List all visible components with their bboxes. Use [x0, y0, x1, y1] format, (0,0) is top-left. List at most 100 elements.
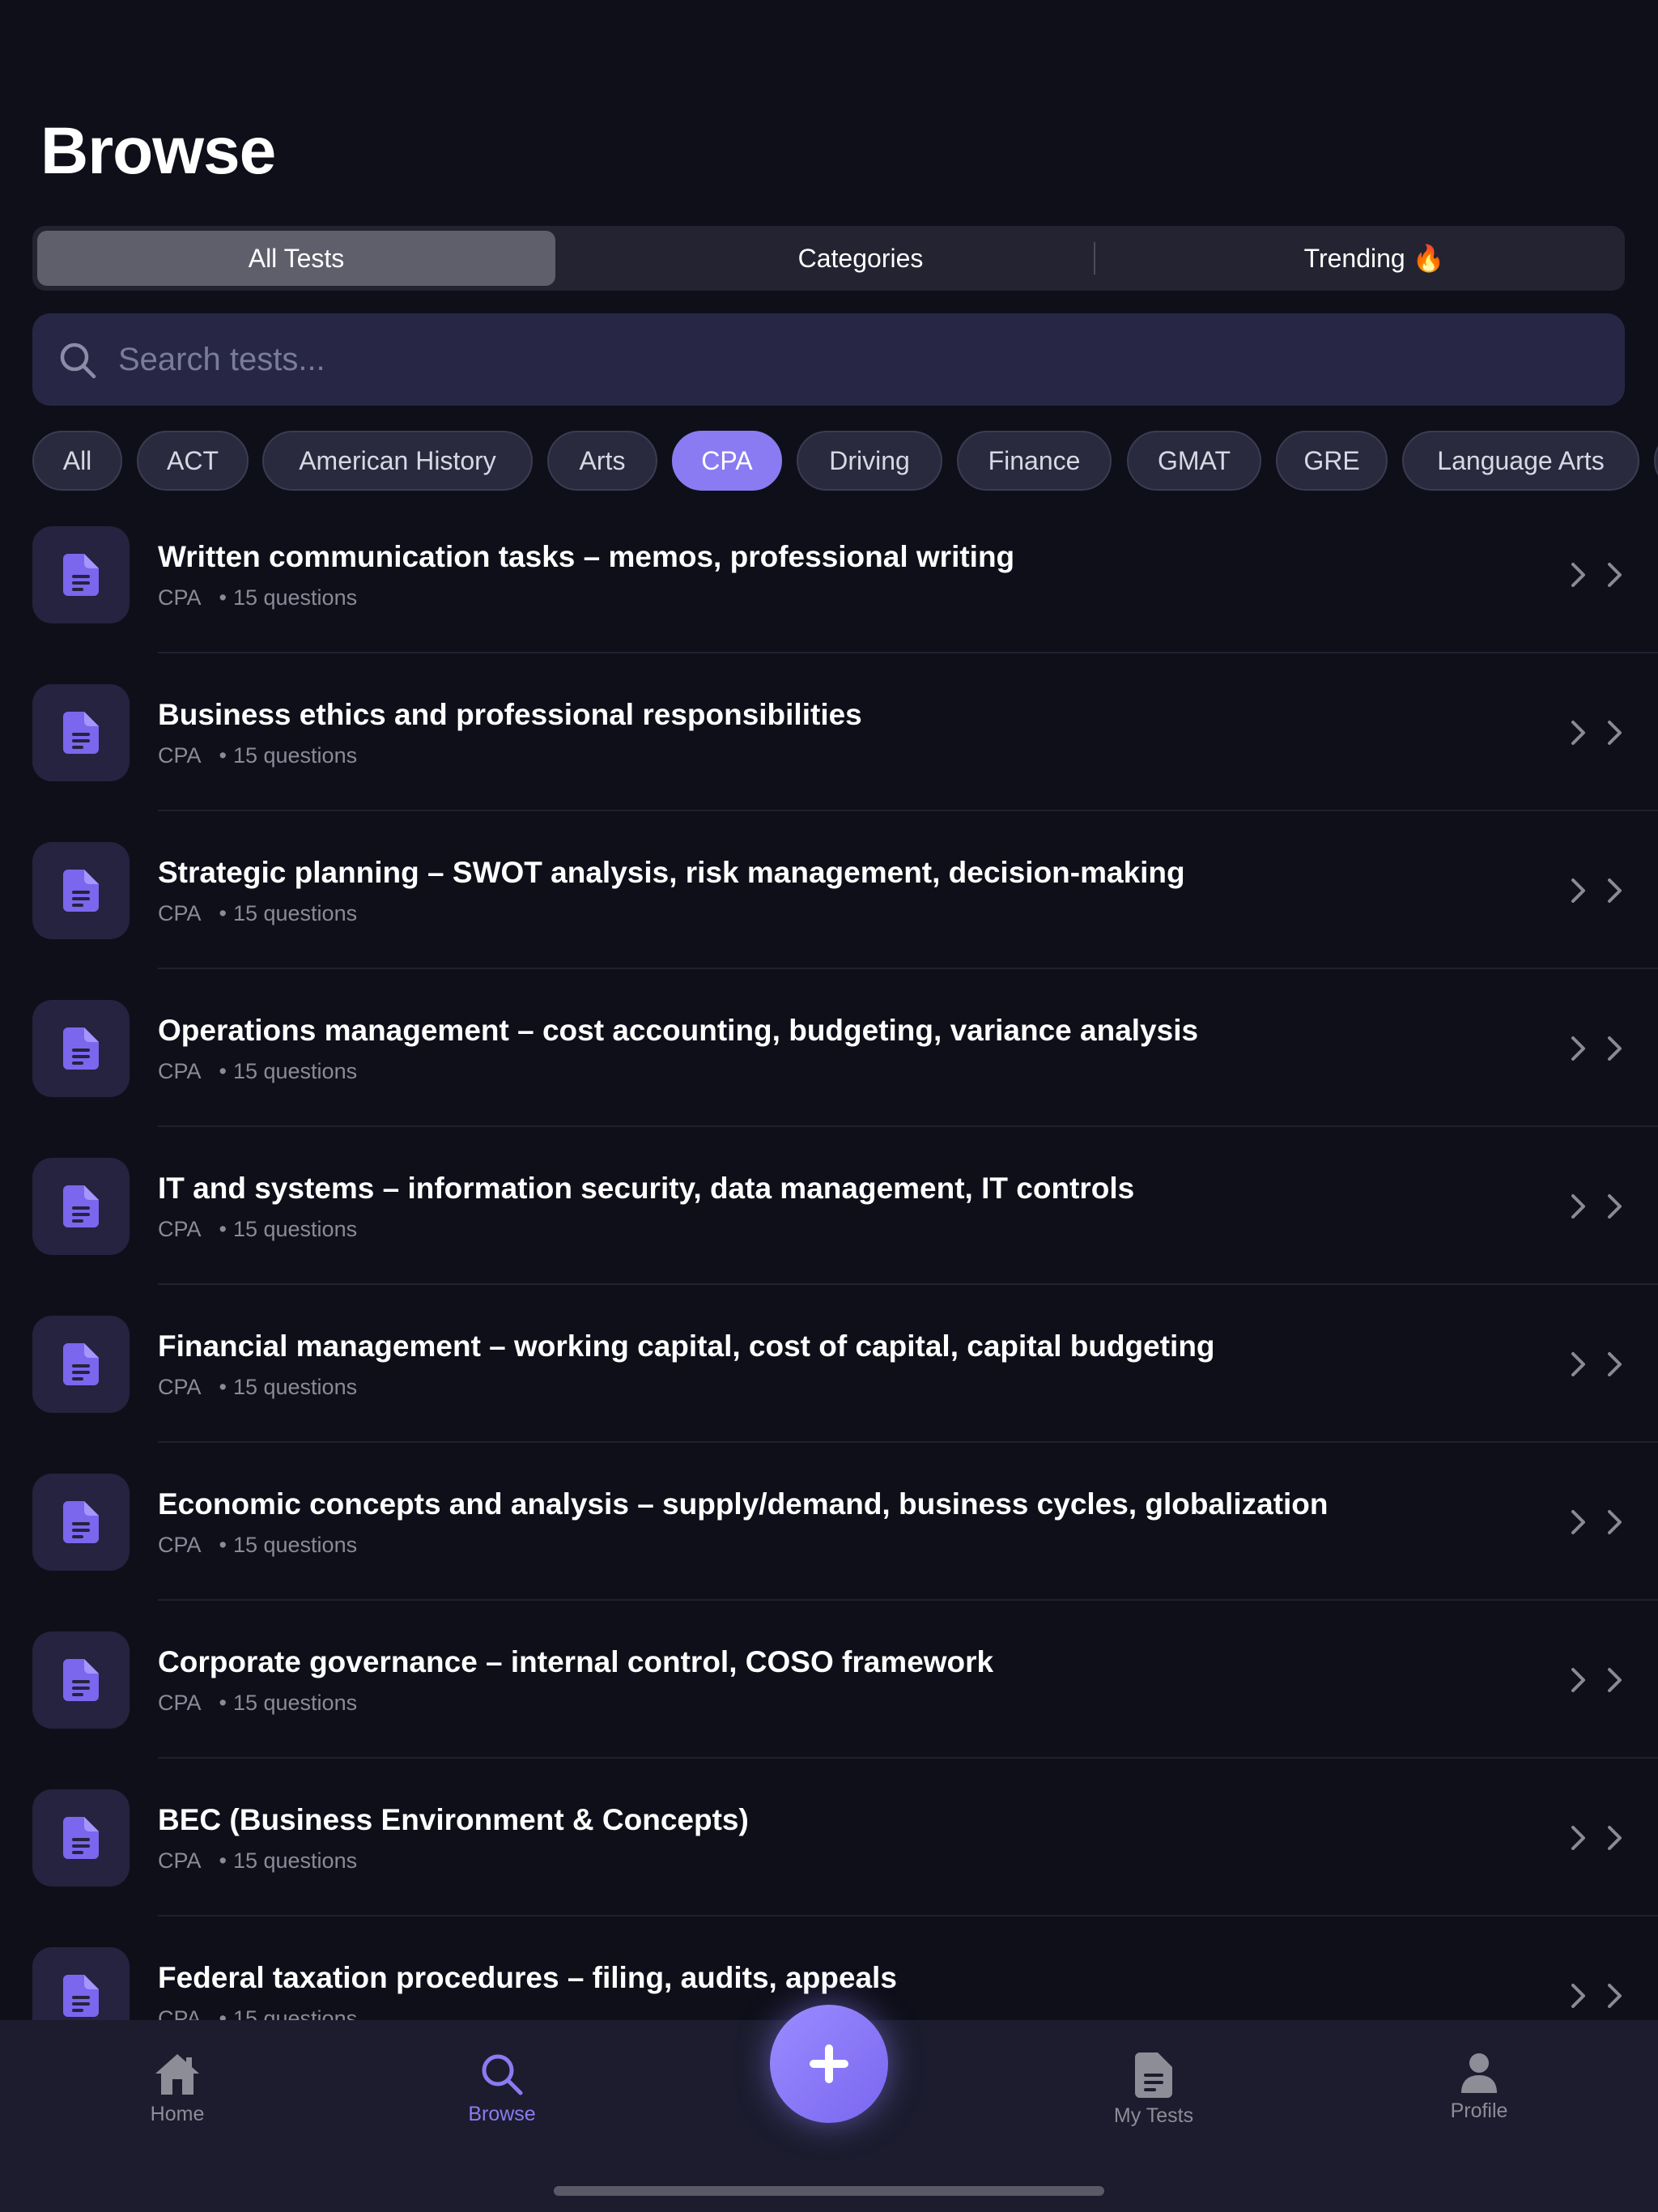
chevron-right-icon — [1608, 721, 1622, 745]
row-divider — [158, 1283, 1658, 1285]
search-icon — [482, 2054, 523, 2095]
test-icon-tile — [32, 1631, 130, 1729]
chevron-right-icon — [1608, 1194, 1622, 1219]
chip-driving[interactable]: Driving — [797, 431, 942, 491]
segment-trending[interactable]: Trending 🔥 — [1129, 231, 1620, 286]
list-item[interactable]: Financial management – working capital, … — [0, 1312, 1658, 1470]
test-category: CPA — [158, 2006, 202, 2020]
test-category: CPA — [158, 1217, 202, 1241]
chevron-right-icon — [1571, 1036, 1585, 1061]
chip-all[interactable]: All — [32, 431, 122, 491]
chip-arts[interactable]: Arts — [547, 431, 657, 491]
list-item[interactable]: Operations management – cost accounting,… — [0, 996, 1658, 1154]
test-title: Written communication tasks – memos, pro… — [158, 540, 1015, 573]
list-item[interactable]: Economic concepts and analysis – supply/… — [0, 1470, 1658, 1627]
search-input[interactable] — [118, 313, 1575, 406]
chip-american-history[interactable]: American History — [262, 431, 533, 491]
test-category: CPA — [158, 743, 202, 768]
test-question-count: 15 questions — [232, 1533, 358, 1557]
person-icon — [1461, 2053, 1497, 2093]
test-icon-tile — [32, 1316, 130, 1413]
tab-home[interactable]: Home — [88, 2052, 266, 2126]
test-icon-tile — [32, 1947, 130, 2020]
document-icon — [63, 1501, 99, 1543]
row-divider — [158, 1125, 1658, 1127]
page-title: Browse — [40, 114, 276, 188]
test-icon-tile — [32, 526, 130, 623]
tab-label: My Tests — [1113, 2104, 1194, 2127]
document-icon — [63, 1027, 99, 1070]
list-item[interactable]: IT and systems – information security, d… — [0, 1154, 1658, 1312]
list-item[interactable]: Corporate governance – internal control,… — [0, 1627, 1658, 1785]
chevron-right-icon — [1571, 878, 1585, 903]
segmented-control: All Tests Categories Trending 🔥 — [32, 226, 1625, 291]
chevron-right-icon — [1608, 1826, 1622, 1850]
home-icon — [155, 2054, 199, 2095]
test-list: Written communication tasks – memos, pro… — [0, 518, 1658, 2020]
test-icon-tile — [32, 684, 130, 781]
list-item[interactable]: Strategic planning – SWOT analysis, risk… — [0, 838, 1658, 996]
chevron-right-icon — [1608, 563, 1622, 587]
test-question-count: 15 questions — [232, 1375, 358, 1399]
row-divider — [158, 1757, 1658, 1759]
tab-browse[interactable]: Browse — [413, 2052, 591, 2126]
chevron-right-icon — [1608, 1352, 1622, 1376]
browse-screen: Browse All Tests Categories Trending 🔥 A… — [0, 0, 1658, 2212]
test-meta: CPA • 15 questions — [158, 1533, 358, 1557]
document-icon — [63, 1659, 99, 1701]
list-item[interactable]: BEC (Business Environment & Concepts) CP… — [0, 1785, 1658, 1943]
tab-label: Profile — [1450, 2099, 1508, 2122]
segment-divider — [1094, 242, 1095, 274]
document-icon — [63, 870, 99, 912]
test-meta: CPA • 15 questions — [158, 1848, 358, 1873]
category-chips: All ACT American History Arts CPA Drivin… — [32, 431, 1658, 492]
tab-label: Browse — [468, 2103, 536, 2125]
test-meta: CPA • 15 questions — [158, 1217, 358, 1241]
test-category: CPA — [158, 1533, 202, 1557]
chevron-right-icon — [1608, 1984, 1622, 2008]
tab-profile[interactable]: Profile — [1390, 2052, 1568, 2123]
test-category: CPA — [158, 1848, 202, 1873]
chevron-right-icon — [1571, 1194, 1585, 1219]
test-icon-tile — [32, 1158, 130, 1255]
test-title: Strategic planning – SWOT analysis, risk… — [158, 856, 1185, 889]
tab-my-tests[interactable]: My Tests — [1065, 2052, 1243, 2128]
row-divider — [158, 810, 1658, 811]
test-category: CPA — [158, 585, 202, 610]
document-icon — [63, 1185, 99, 1227]
chevron-right-icon — [1571, 1984, 1585, 2008]
test-question-count: 15 questions — [232, 1848, 358, 1873]
segment-categories[interactable]: Categories — [599, 231, 1122, 286]
test-meta: CPA • 15 questions — [158, 585, 358, 610]
chip-finance[interactable]: Finance — [957, 431, 1112, 491]
test-meta: CPA • 15 questions — [158, 901, 358, 925]
chip-act[interactable]: ACT — [137, 431, 249, 491]
test-question-count: 15 questions — [232, 2006, 358, 2020]
create-test-button[interactable] — [770, 2005, 888, 2123]
document-icon — [63, 1975, 99, 2017]
chip-gmat[interactable]: GMAT — [1127, 431, 1261, 491]
chip-cpa[interactable]: CPA — [672, 431, 782, 491]
test-question-count: 15 questions — [232, 901, 358, 925]
test-title: Corporate governance – internal control,… — [158, 1645, 994, 1678]
test-title: Financial management – working capital, … — [158, 1329, 1215, 1363]
chevron-right-icon — [1571, 1668, 1585, 1692]
chevron-right-icon — [1608, 878, 1622, 903]
search-bar[interactable] — [32, 313, 1625, 406]
segment-all-tests[interactable]: All Tests — [37, 231, 555, 286]
document-icon — [63, 554, 99, 596]
test-title: BEC (Business Environment & Concepts) — [158, 1803, 749, 1836]
chip-more[interactable] — [1654, 431, 1658, 491]
chip-language-arts[interactable]: Language Arts — [1402, 431, 1639, 491]
document-icon — [63, 1817, 99, 1859]
test-icon-tile — [32, 1000, 130, 1097]
test-category: CPA — [158, 1059, 202, 1083]
search-icon — [60, 342, 96, 379]
list-item[interactable]: Business ethics and professional respons… — [0, 680, 1658, 838]
test-category: CPA — [158, 1375, 202, 1399]
test-category: CPA — [158, 901, 202, 925]
tab-label: Home — [150, 2103, 205, 2125]
chevron-right-icon — [1571, 721, 1585, 745]
chip-gre[interactable]: GRE — [1276, 431, 1388, 491]
list-item[interactable]: Written communication tasks – memos, pro… — [0, 522, 1658, 680]
